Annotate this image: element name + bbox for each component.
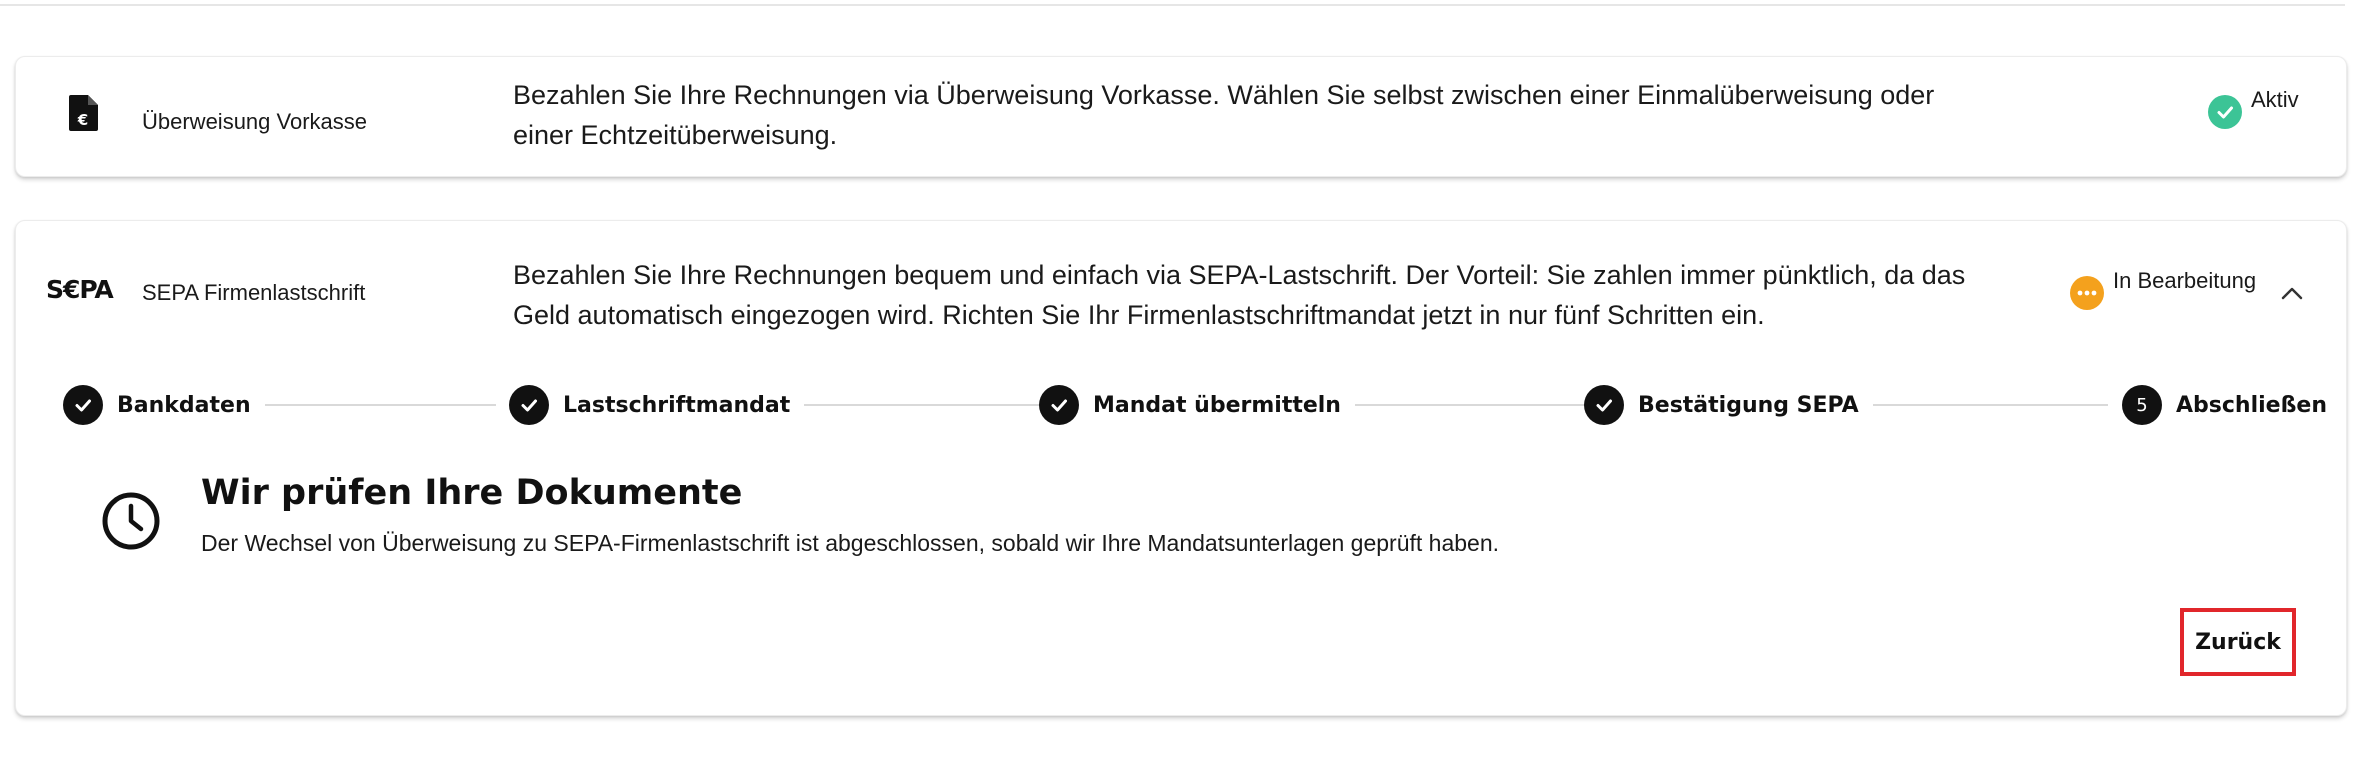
step-connector	[1842, 404, 2147, 406]
payment-method-card-sepa[interactable]: S€PA SEPA Firmenlastschrift Bezahlen Sie…	[15, 220, 2347, 716]
step-label: Bestätigung SEPA	[1638, 392, 1859, 418]
step-label: Bankdaten	[117, 392, 251, 418]
step-number: 5	[2122, 385, 2162, 425]
step-connector	[1319, 404, 1609, 406]
svg-text:€: €	[77, 111, 88, 129]
review-title: Wir prüfen Ihre Dokumente	[201, 473, 743, 513]
check-icon	[1039, 385, 1079, 425]
payment-method-card-transfer[interactable]: € Überweisung Vorkasse Bezahlen Sie Ihre…	[15, 56, 2347, 177]
more-horizontal-icon	[2070, 276, 2104, 310]
setup-stepper: Bankdaten Lastschriftmandat Mandat überm…	[47, 383, 2341, 427]
top-divider	[0, 4, 2345, 6]
check-icon	[63, 385, 103, 425]
euro-invoice-icon: €	[68, 94, 100, 137]
step-connector	[774, 404, 1079, 406]
status-badge: In Bearbeitung	[2070, 268, 2256, 310]
review-text: Der Wechsel von Überweisung zu SEPA-Firm…	[201, 530, 1500, 556]
check-icon	[509, 385, 549, 425]
sepa-logo: S€PA	[46, 275, 114, 304]
step-label: Mandat übermitteln	[1093, 392, 1341, 418]
check-icon	[1584, 385, 1624, 425]
status-label: In Bearbeitung	[2113, 268, 2257, 293]
method-description: Bezahlen Sie Ihre Rechnungen bequem und …	[513, 260, 1966, 330]
method-name: SEPA Firmenlastschrift	[142, 280, 366, 305]
step-label: Lastschriftmandat	[563, 392, 791, 418]
step-connector	[243, 404, 496, 406]
step-label: Abschließen	[2176, 392, 2327, 418]
step-bankdaten[interactable]: Bankdaten	[63, 383, 265, 427]
method-name: Überweisung Vorkasse	[142, 109, 368, 134]
step-bestaetigung-sepa[interactable]: Bestätigung SEPA	[1584, 383, 1873, 427]
status-badge: Aktiv	[2208, 87, 2299, 129]
method-description: Bezahlen Sie Ihre Rechnungen via Überwei…	[513, 80, 1935, 150]
status-label: Aktiv	[2251, 87, 2299, 112]
check-circle-icon	[2208, 95, 2242, 129]
clock-icon	[100, 490, 162, 557]
back-button[interactable]: Zurück	[2180, 608, 2296, 676]
step-mandat-uebermitteln[interactable]: Mandat übermitteln	[1039, 383, 1355, 427]
step-lastschriftmandat[interactable]: Lastschriftmandat	[509, 383, 805, 427]
collapse-chevron-up-icon[interactable]	[2272, 273, 2312, 313]
step-abschliessen[interactable]: 5 Abschließen	[2108, 383, 2341, 427]
